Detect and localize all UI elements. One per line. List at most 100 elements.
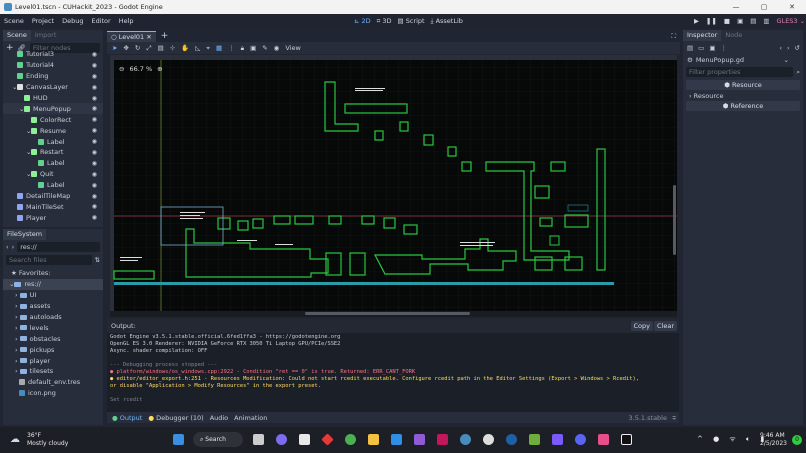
vscode-icon[interactable] — [391, 434, 402, 445]
folder-item[interactable]: › UI — [3, 290, 103, 301]
scene-node[interactable]: Player◉ — [3, 212, 103, 222]
menu-scene[interactable]: Scene — [0, 17, 28, 25]
folder-item[interactable]: › autoloads — [3, 312, 103, 323]
scene-tab-level01[interactable]: ○ Level01 ✕ — [107, 31, 156, 42]
new-scene-tab-icon[interactable]: + — [161, 31, 169, 41]
chrome-icon[interactable] — [345, 434, 356, 445]
minecraft-icon[interactable] — [529, 434, 540, 445]
scale-tool-icon[interactable]: ⤢ — [146, 44, 151, 53]
zoom-level[interactable]: 66.7 % — [129, 65, 152, 73]
weather-temp[interactable]: 36°F — [27, 432, 41, 439]
app-icon-2[interactable] — [621, 434, 632, 445]
script-selector[interactable]: ⚙ MenuPopup.gd ⌄ — [683, 54, 803, 66]
output-log[interactable]: Godot Engine v3.5.1.stable.official.6fed… — [107, 333, 679, 412]
teams-icon[interactable] — [276, 434, 287, 445]
bottom-tab-debugger[interactable]: ● Debugger (10) — [148, 414, 203, 422]
visibility-icon[interactable]: ◉ — [92, 51, 97, 58]
menu-editor[interactable]: Editor — [87, 17, 114, 25]
menu-debug[interactable]: Debug — [58, 17, 87, 25]
menu-project[interactable]: Project — [28, 17, 58, 25]
visibility-icon[interactable]: ◉ — [92, 62, 97, 69]
visibility-icon[interactable]: ◉ — [92, 182, 97, 189]
mode-2d[interactable]: ⊾ 2D — [354, 17, 371, 26]
system-tray-icons[interactable]: ^ ● ᯤ 🔈︎ ▮ — [697, 435, 768, 444]
visibility-icon[interactable]: ◉ — [92, 84, 97, 91]
visibility-icon[interactable]: ◉ — [92, 127, 97, 134]
play-scene-icon[interactable]: ▤ — [750, 17, 756, 25]
store-icon[interactable] — [299, 434, 310, 445]
folder-item[interactable]: › player — [3, 355, 103, 366]
onenote-icon[interactable] — [552, 434, 563, 445]
visual-studio-icon[interactable] — [414, 434, 425, 445]
scene-node[interactable]: ⌄CanvasLayer◉ — [3, 82, 103, 93]
folder-item[interactable]: › pickups — [3, 344, 103, 355]
mode-3d[interactable]: ⌗ 3D — [377, 17, 392, 26]
horizontal-scrollbar[interactable] — [305, 312, 470, 315]
notification-badge[interactable]: 0 — [792, 435, 802, 445]
history-forward-icon[interactable]: › — [787, 44, 790, 52]
favorites[interactable]: ★ Favorites: — [3, 268, 103, 279]
filter-properties-input[interactable]: Filter properties — [686, 67, 793, 77]
unity-icon[interactable] — [483, 434, 494, 445]
folder-item[interactable]: › tilesets — [3, 366, 103, 377]
visibility-icon[interactable]: ◉ — [92, 73, 97, 80]
path-field[interactable]: res:// — [17, 242, 100, 252]
scene-node[interactable]: Tutorial3◉ — [3, 49, 103, 60]
open-resource-icon[interactable]: ▭ — [698, 44, 704, 52]
menu-help[interactable]: Help — [115, 17, 138, 25]
bottom-tab-output[interactable]: ● Output — [112, 414, 142, 422]
visibility-icon[interactable]: ◉ — [92, 138, 97, 145]
clock-time[interactable]: 9:46 AM — [760, 432, 785, 439]
object-history-icon[interactable]: ↺ — [795, 44, 800, 52]
visibility-icon[interactable]: ◉ — [92, 193, 97, 200]
select-tool-icon[interactable]: ➤ — [112, 44, 117, 52]
scene-node[interactable]: Label◉ — [3, 158, 103, 169]
task-view-icon[interactable] — [253, 434, 264, 445]
tab-inspector[interactable]: Inspector — [683, 30, 721, 41]
pin-panel-icon[interactable]: ⩦ — [672, 413, 676, 422]
visibility-icon[interactable]: ◉ — [92, 116, 97, 123]
scene-node[interactable]: MainTileSet◉ — [3, 201, 103, 212]
history-back-icon[interactable]: ‹ — [779, 44, 782, 52]
scene-node[interactable]: DetailTileMap◉ — [3, 191, 103, 202]
stop-icon[interactable]: ■ — [724, 17, 730, 25]
weather-desc[interactable]: Mostly cloudy — [27, 440, 68, 447]
visibility-icon[interactable]: ◉ — [92, 214, 97, 221]
mode-script[interactable]: ▤ Script — [398, 17, 425, 26]
remote-debug-icon[interactable]: ▣ — [737, 17, 743, 25]
snap-options-icon[interactable]: ⋮ — [228, 44, 235, 52]
visibility-icon[interactable]: ◉ — [92, 160, 97, 167]
tab-import[interactable]: Import — [31, 30, 61, 41]
tab-scene[interactable]: Scene — [3, 30, 31, 41]
scene-node[interactable]: Label◉ — [3, 180, 103, 191]
photos-icon[interactable] — [598, 434, 609, 445]
steam-icon[interactable] — [506, 434, 517, 445]
scene-node[interactable]: Tutorial4◉ — [3, 60, 103, 71]
scene-node[interactable]: ⌄Resume◉ — [3, 125, 103, 136]
maximize-button[interactable]: ▢ — [752, 0, 776, 14]
canvas-viewport[interactable]: ⊖ 66.7 % ⊕ — [110, 55, 677, 317]
fs-root[interactable]: ⌄res:// — [3, 279, 103, 290]
lock-icon[interactable]: 🔒︎ — [241, 44, 244, 53]
bottom-tab-audio[interactable]: Audio — [210, 414, 228, 422]
mode-assetlib[interactable]: ⤓ AssetLib — [431, 17, 463, 26]
visibility-icon[interactable]: ◉ — [92, 95, 97, 102]
file-item[interactable]: default_env.tres — [3, 377, 103, 388]
scene-node[interactable]: HUD◉ — [3, 93, 103, 104]
list-select-icon[interactable]: ▤ — [158, 44, 164, 52]
skeleton-icon[interactable]: ✎ — [262, 44, 267, 52]
visibility-icon[interactable]: ◉ — [92, 149, 97, 156]
tab-filesystem[interactable]: FileSystem — [3, 229, 46, 240]
clear-button[interactable]: Clear — [654, 321, 677, 331]
play-icon[interactable]: ▶ — [694, 17, 699, 25]
scene-node[interactable]: ⌄Restart◉ — [3, 147, 103, 158]
ruler-tool-icon[interactable]: ◺ — [195, 44, 200, 52]
play-custom-scene-icon[interactable]: ▥ — [763, 17, 769, 25]
vertical-scrollbar[interactable] — [673, 185, 676, 255]
godot-taskbar-icon[interactable] — [460, 434, 471, 445]
group-icon[interactable]: ▣ — [250, 44, 256, 52]
pivot-tool-icon[interactable]: ⊹ — [170, 44, 175, 52]
folder-item[interactable]: › levels — [3, 322, 103, 333]
search-files-input[interactable]: Search files — [6, 255, 92, 265]
app-icon[interactable] — [321, 433, 333, 445]
